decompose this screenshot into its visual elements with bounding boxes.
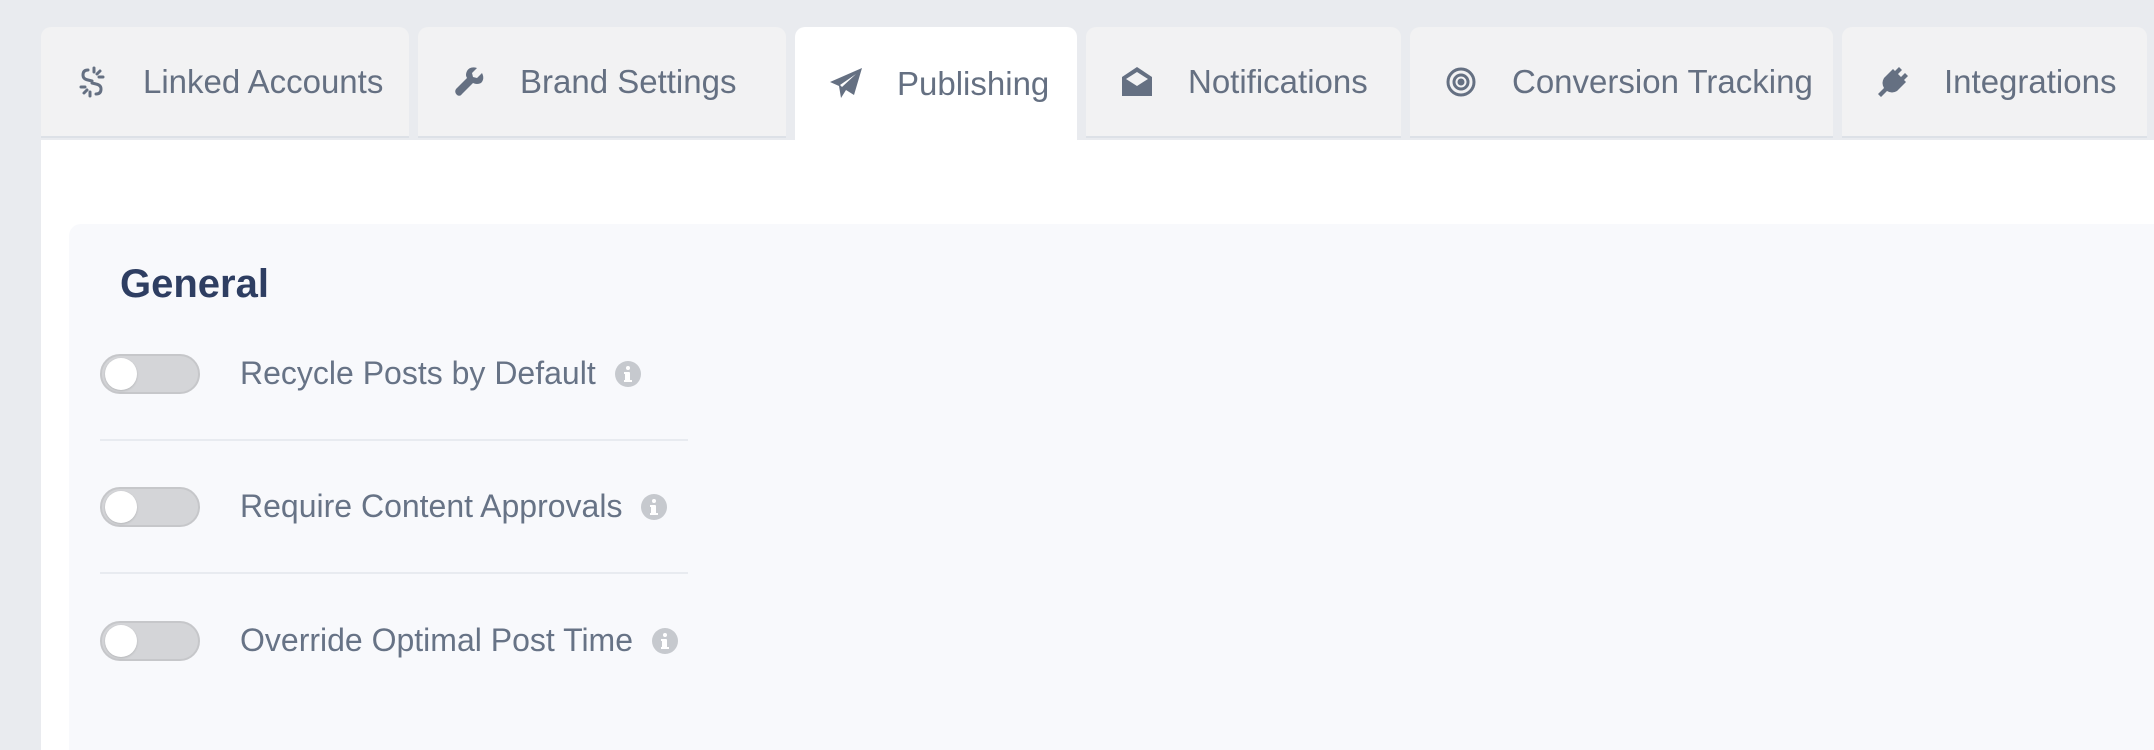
setting-label: Override Optimal Post Time — [240, 622, 633, 658]
tab-conversion-tracking[interactable]: Conversion Tracking — [1410, 27, 1833, 138]
info-icon[interactable] — [640, 493, 668, 521]
tab-label: Linked Accounts — [143, 62, 384, 100]
tab-label: Integrations — [1944, 62, 2117, 100]
info-icon[interactable] — [651, 627, 679, 655]
tab-integrations[interactable]: Integrations — [1842, 27, 2147, 138]
settings-tabs: Linked Accounts Brand Settings Publishin… — [41, 27, 2147, 142]
section-title: General — [120, 262, 269, 306]
tab-notifications[interactable]: Notifications — [1086, 27, 1401, 138]
link-broken-icon — [74, 64, 110, 100]
bullseye-icon — [1443, 64, 1479, 100]
tab-label: Brand Settings — [520, 62, 737, 100]
setting-label: Require Content Approvals — [240, 488, 623, 524]
tab-brand-settings[interactable]: Brand Settings — [418, 27, 786, 138]
setting-label: Recycle Posts by Default — [240, 355, 596, 391]
envelope-open-icon — [1119, 64, 1155, 100]
publishing-panel: General Recycle Posts by Default Require… — [41, 140, 2154, 750]
content-approvals-toggle[interactable] — [100, 486, 200, 527]
toggle-knob — [105, 490, 137, 523]
tab-publishing[interactable]: Publishing — [795, 27, 1077, 142]
info-icon[interactable] — [614, 360, 642, 388]
setting-content-approvals: Require Content Approvals — [100, 441, 688, 574]
recycle-posts-toggle[interactable] — [100, 353, 200, 394]
setting-recycle-posts: Recycle Posts by Default — [100, 308, 688, 441]
setting-override-post-time: Override Optimal Post Time — [100, 574, 688, 707]
wrench-icon — [451, 64, 487, 100]
tab-label: Publishing — [897, 64, 1050, 102]
tab-label: Conversion Tracking — [1512, 62, 1813, 100]
tab-label: Notifications — [1188, 62, 1368, 100]
general-settings-card: General Recycle Posts by Default Require… — [69, 224, 2154, 750]
tab-linked-accounts[interactable]: Linked Accounts — [41, 27, 409, 138]
plug-icon — [1875, 64, 1911, 100]
override-post-time-toggle[interactable] — [100, 620, 200, 661]
paper-plane-icon — [828, 66, 864, 102]
toggle-knob — [105, 624, 137, 657]
toggle-knob — [105, 357, 137, 390]
